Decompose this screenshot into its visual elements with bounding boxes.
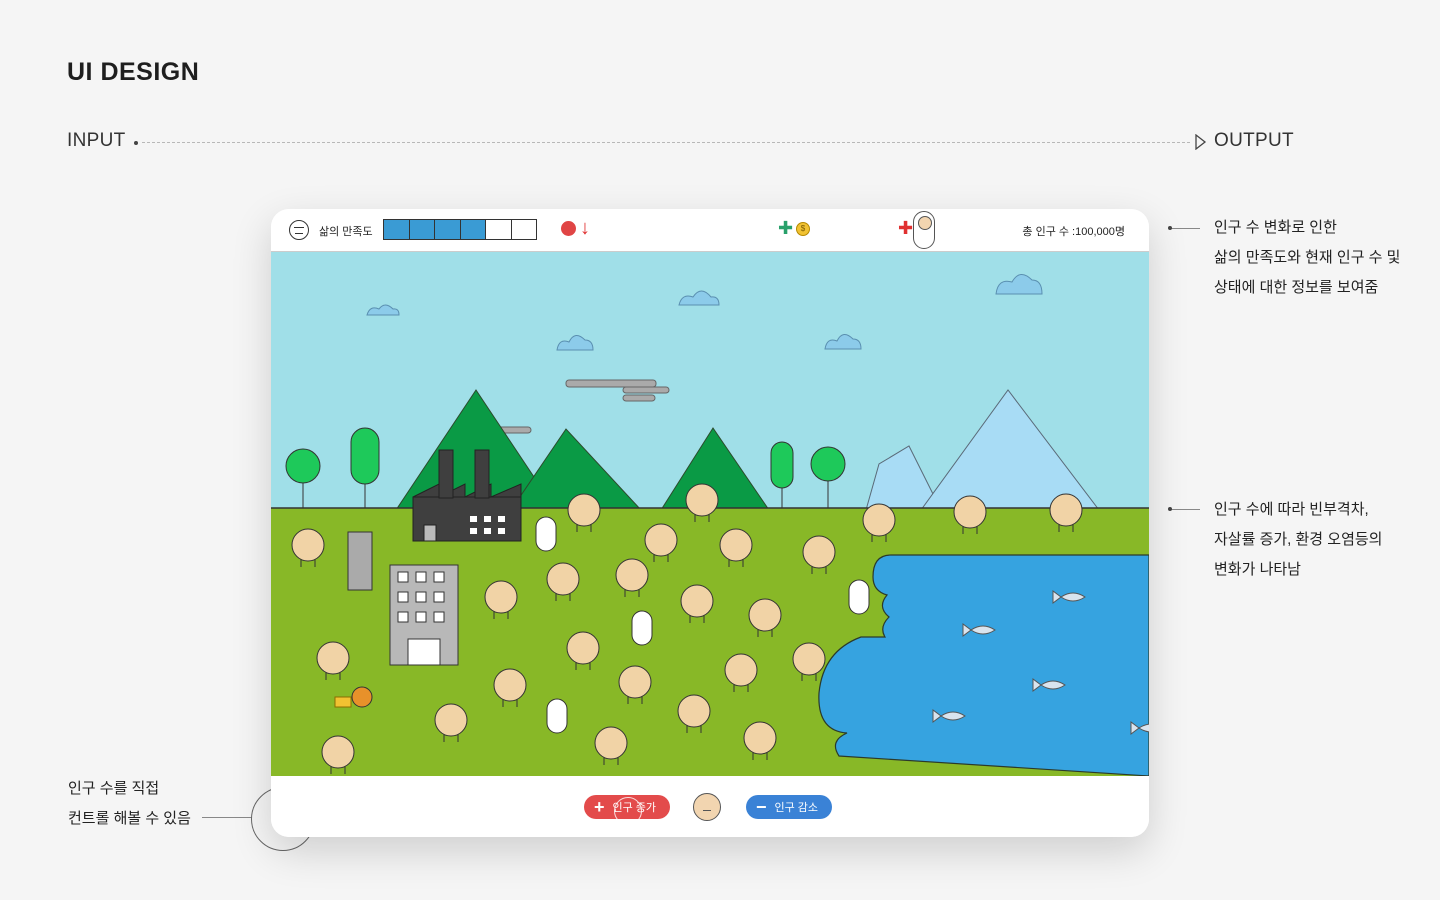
- game-screen: 삶의 만족도 ↓ ✚ $ ✚ 총 인구 수 :100,000명 + 인구 증가 …: [271, 209, 1149, 837]
- plus-icon: ✚: [898, 218, 914, 238]
- sad-face-icon: [561, 221, 576, 236]
- note-dot-top: [1168, 226, 1172, 230]
- input-label: INPUT: [67, 130, 126, 151]
- satisfaction-segment: [460, 220, 486, 239]
- note-connector-middle: [1170, 509, 1200, 510]
- tap-indicator: [614, 797, 642, 825]
- input-dot: [134, 141, 138, 145]
- satisfaction-segment: [384, 220, 410, 239]
- note-bottom-line: 컨트롤 해볼 수 있음: [68, 810, 191, 827]
- minus-icon: −: [756, 797, 767, 817]
- page-title: UI DESIGN: [67, 58, 200, 86]
- baby-icon: [535, 516, 557, 552]
- coin-icon: $: [796, 222, 810, 236]
- satisfaction-segment: [511, 220, 536, 239]
- note-top-line: 인구 수 변화로 인한: [1214, 219, 1337, 236]
- play-arrow-icon: [1195, 134, 1207, 150]
- note-middle: 인구 수에 따라 빈부격차, 자살률 증가, 환경 오염등의 변화가 나타남: [1214, 495, 1382, 585]
- decrease-population-button[interactable]: − 인구 감소: [746, 795, 832, 819]
- status-bar: 삶의 만족도 ↓ ✚ $ ✚ 총 인구 수 :100,000명: [271, 209, 1149, 252]
- note-top-line: 상태에 대한 정보를 보여줌: [1214, 279, 1379, 296]
- note-bottom-line: 인구 수를 직접: [68, 780, 160, 797]
- output-label: OUTPUT: [1214, 130, 1294, 151]
- note-middle-line: 인구 수에 따라 빈부격차,: [1214, 501, 1369, 518]
- satisfaction-segment: [409, 220, 435, 239]
- satisfaction-segment: [435, 220, 461, 239]
- note-bottom: 인구 수를 직접 컨트롤 해볼 수 있음: [68, 774, 191, 834]
- control-bar: + 인구 증가 − 인구 감소: [271, 776, 1149, 837]
- satisfaction-segment: [486, 220, 512, 239]
- satisfaction-label: 삶의 만족도: [319, 226, 373, 238]
- note-top-line: 삶의 만족도와 현재 인구 수 및: [1214, 249, 1401, 266]
- population-total: 총 인구 수 :100,000명: [1022, 226, 1125, 238]
- game-scene: [271, 252, 1149, 776]
- down-arrow-icon: ↓: [580, 217, 590, 239]
- note-middle-line: 자살률 증가, 환경 오염등의: [1214, 531, 1383, 548]
- note-connector-bottom: [202, 817, 252, 818]
- baby-icon: [848, 579, 870, 615]
- plus-icon: ✚: [778, 218, 794, 238]
- neutral-face-icon: [289, 220, 309, 240]
- note-middle-line: 변화가 나타남: [1214, 561, 1301, 578]
- baby-icon: [631, 610, 653, 646]
- note-dot-middle: [1168, 507, 1172, 511]
- note-connector-top: [1170, 228, 1200, 229]
- decrease-label: 인구 감소: [774, 802, 819, 814]
- baby-icon: [913, 211, 935, 249]
- baby-icon: [546, 698, 568, 734]
- note-top: 인구 수 변화로 인한 삶의 만족도와 현재 인구 수 및 상태에 대한 정보를…: [1214, 213, 1400, 303]
- satisfaction-meter: [383, 219, 537, 240]
- input-output-divider: [142, 142, 1190, 143]
- plus-icon: +: [594, 797, 605, 817]
- baby-face-icon: [693, 793, 721, 821]
